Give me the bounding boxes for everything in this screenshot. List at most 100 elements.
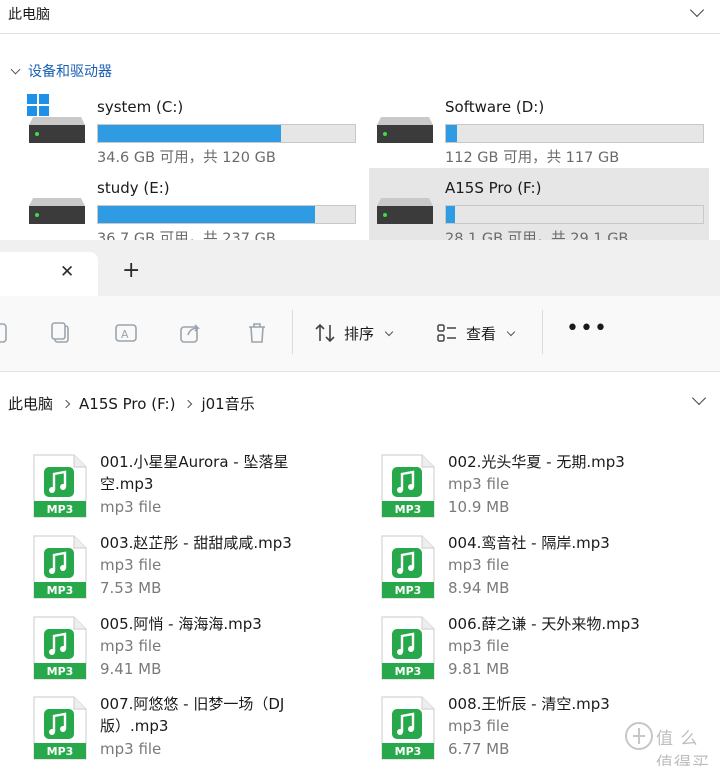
- sort-button[interactable]: 排序: [314, 320, 394, 346]
- mp3-label: MP3: [395, 503, 422, 516]
- mp3-label: MP3: [395, 745, 422, 758]
- file-size: 8.94 MB: [448, 579, 510, 597]
- drive-usage-bar: [97, 124, 356, 143]
- drive-d[interactable]: Software (D:) 112 GB 可用，共 117 GB: [369, 87, 709, 166]
- drive-name: system (C:): [97, 98, 184, 116]
- file-item[interactable]: MP3 005.阿悄 - 海海海.mp3 mp3 file 9.41 MB: [0, 612, 340, 690]
- file-type: mp3 file: [448, 637, 510, 655]
- mp3-label: MP3: [47, 745, 74, 758]
- file-item[interactable]: MP3 004.鸾音社 - 隔岸.mp3 mp3 file 8.94 MB: [348, 531, 688, 609]
- file-size: 7.53 MB: [100, 579, 162, 597]
- drive-f[interactable]: A15S Pro (F:) 28.1 GB 可用，共 29.1 GB: [369, 168, 709, 247]
- more-options-button[interactable]: •••: [566, 316, 608, 341]
- mp3-file-icon: MP3: [33, 696, 87, 760]
- drive-c[interactable]: system (C:) 34.6 GB 可用，共 120 GB: [21, 87, 361, 166]
- hard-drive-icon: [29, 117, 85, 143]
- drive-free-space: 34.6 GB 可用，共 120 GB: [97, 150, 276, 166]
- file-item[interactable]: MP3 006.薛之谦 - 天外来物.mp3 mp3 file 9.81 MB: [348, 612, 688, 690]
- drive-usage-bar: [445, 205, 704, 224]
- mp3-label: MP3: [47, 665, 74, 678]
- section-chevron-icon[interactable]: [10, 64, 21, 75]
- windows-logo-icon: [27, 94, 49, 116]
- file-size: 9.41 MB: [100, 660, 162, 678]
- file-item[interactable]: MP3 001.小星星Aurora - 坠落星空.mp3 mp3 file: [0, 450, 340, 528]
- drive-usage-fill: [98, 125, 281, 142]
- new-tab-button[interactable]: +: [122, 260, 140, 282]
- file-item[interactable]: MP3 003.赵芷彤 - 甜甜咸咸.mp3 mp3 file 7.53 MB: [0, 531, 340, 609]
- mp3-label: MP3: [47, 584, 74, 597]
- tab-bar: ✕ +: [0, 240, 720, 296]
- view-button[interactable]: 查看: [436, 320, 516, 346]
- section-label: 设备和驱动器: [28, 64, 112, 80]
- cut-icon[interactable]: [0, 320, 12, 346]
- breadcrumb-item[interactable]: 此电脑: [8, 393, 53, 414]
- drive-usage-bar: [445, 124, 704, 143]
- drive-name: study (E:): [97, 179, 170, 197]
- svg-text:A: A: [121, 328, 129, 341]
- this-pc-window: 此电脑 设备和驱动器 system (C:) 34.6 GB 可用，共 120 …: [0, 0, 720, 247]
- sort-icon: [315, 323, 335, 343]
- watermark-text: 值 么值得买: [656, 729, 710, 766]
- chevron-down-icon[interactable]: [691, 390, 707, 406]
- file-item[interactable]: MP3 002.光头华夏 - 无期.mp3 mp3 file 10.9 MB: [348, 450, 688, 528]
- file-size: 9.81 MB: [448, 660, 510, 678]
- window-title: 此电脑: [8, 7, 50, 23]
- file-type: mp3 file: [100, 740, 162, 758]
- drive-name: A15S Pro (F:): [445, 179, 542, 197]
- file-name: 002.光头华夏 - 无期.mp3: [448, 453, 625, 471]
- explorer-window: ✕ + A 排序 查看 ••• 此电脑 A15S Pro (F:) j01音乐 …: [0, 240, 720, 766]
- hard-drive-icon: [377, 117, 433, 143]
- mp3-file-icon: MP3: [381, 616, 435, 680]
- share-icon[interactable]: [178, 320, 204, 346]
- delete-icon[interactable]: [244, 320, 270, 346]
- breadcrumb: 此电脑 A15S Pro (F:) j01音乐: [8, 393, 255, 414]
- file-item[interactable]: MP3 007.阿悠悠 - 旧梦一场（DJ版）.mp3 mp3 file: [0, 692, 340, 766]
- close-icon[interactable]: ✕: [60, 262, 74, 282]
- file-type: mp3 file: [100, 637, 162, 655]
- chevron-down-icon: [506, 327, 516, 336]
- mp3-file-icon: MP3: [381, 696, 435, 760]
- chevron-right-icon[interactable]: [61, 399, 71, 408]
- hard-drive-icon: [29, 198, 85, 224]
- file-name: 003.赵芷彤 - 甜甜咸咸.mp3: [100, 534, 292, 552]
- drive-name: Software (D:): [445, 98, 545, 116]
- toolbar-separator: [292, 310, 293, 354]
- mp3-label: MP3: [47, 503, 74, 516]
- file-type: mp3 file: [100, 556, 162, 574]
- rename-icon[interactable]: A: [113, 320, 139, 346]
- mp3-file-icon: MP3: [381, 535, 435, 599]
- drive-free-space: 112 GB 可用，共 117 GB: [445, 150, 620, 166]
- file-size: 6.77 MB: [448, 740, 510, 758]
- file-name: 001.小星星Aurora - 坠落星空.mp3: [100, 453, 289, 493]
- command-bar: A 排序 查看 •••: [0, 296, 720, 372]
- file-type: mp3 file: [448, 717, 510, 735]
- chevron-down-icon[interactable]: [689, 2, 705, 18]
- tab-current[interactable]: ✕: [0, 252, 98, 296]
- address-bar[interactable]: 此电脑 A15S Pro (F:) j01音乐: [0, 386, 720, 420]
- copy-icon[interactable]: [48, 320, 74, 346]
- file-type: mp3 file: [100, 498, 162, 516]
- mp3-file-icon: MP3: [381, 454, 435, 518]
- sort-label: 排序: [344, 324, 375, 343]
- window-header: 此电脑: [0, 0, 720, 34]
- drive-usage-fill: [446, 125, 458, 142]
- file-size: 10.9 MB: [448, 498, 510, 516]
- drive-usage-bar: [97, 205, 356, 224]
- chevron-right-icon[interactable]: [184, 399, 193, 408]
- drive-usage-fill: [98, 206, 316, 223]
- file-name: 005.阿悄 - 海海海.mp3: [100, 615, 262, 633]
- watermark-logo-icon: [625, 722, 653, 750]
- toolbar-separator: [542, 310, 543, 354]
- chevron-down-icon: [384, 327, 394, 336]
- view-label: 查看: [466, 324, 497, 343]
- view-icon: [437, 324, 456, 342]
- breadcrumb-item[interactable]: j01音乐: [201, 393, 254, 414]
- file-type: mp3 file: [448, 475, 510, 493]
- hard-drive-icon: [377, 198, 433, 224]
- file-name: 004.鸾音社 - 隔岸.mp3: [448, 534, 610, 552]
- file-type: mp3 file: [448, 556, 510, 574]
- mp3-label: MP3: [395, 584, 422, 597]
- drive-e[interactable]: study (E:) 36.7 GB 可用，共 237 GB: [21, 168, 361, 247]
- breadcrumb-item[interactable]: A15S Pro (F:): [79, 395, 175, 413]
- mp3-label: MP3: [395, 665, 422, 678]
